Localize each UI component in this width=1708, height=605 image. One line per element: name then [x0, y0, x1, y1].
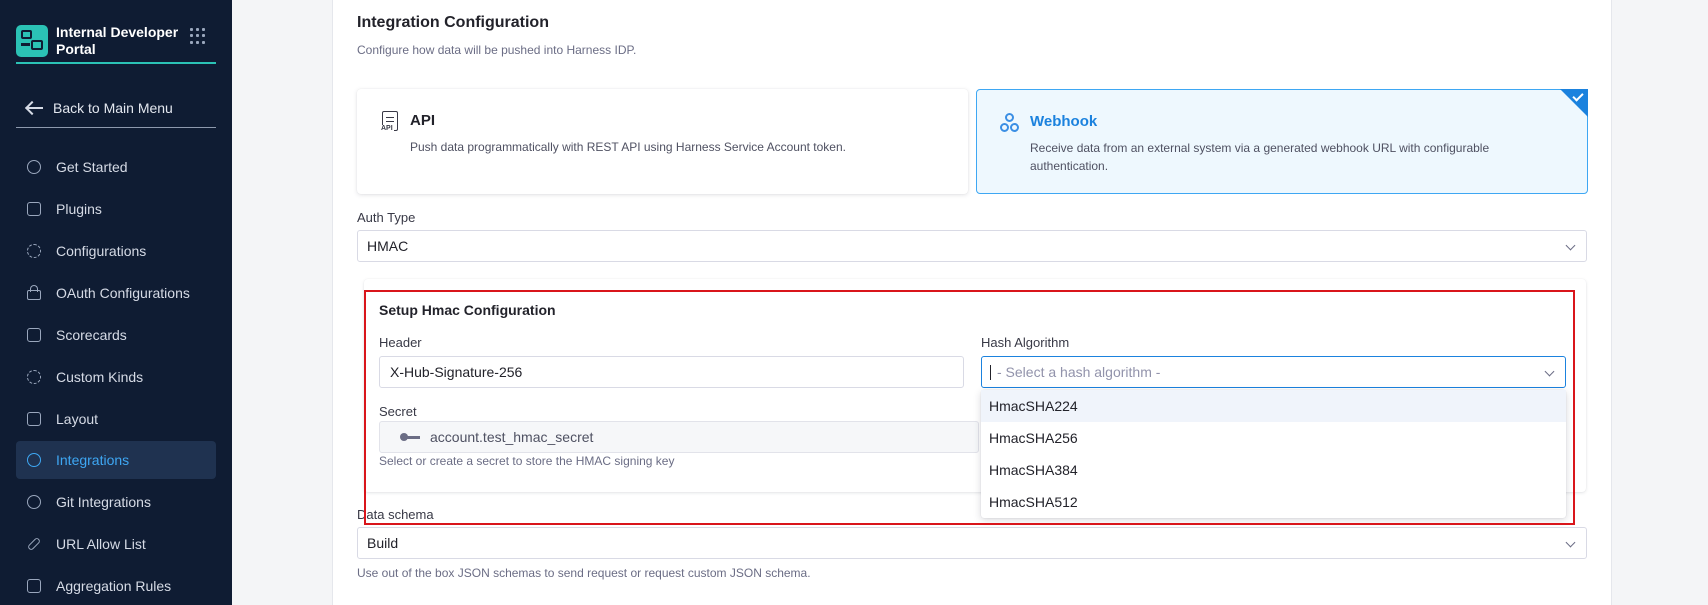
data-schema-helper-text: Use out of the box JSON schemas to send …: [357, 566, 811, 580]
page-title: Integration Configuration: [357, 14, 549, 31]
idp-logo-icon: [16, 25, 48, 57]
sidebar-item-scorecards[interactable]: Scorecards: [16, 316, 216, 354]
app-switcher-grid-icon[interactable]: [190, 28, 206, 44]
api-document-icon: API: [380, 111, 400, 135]
api-option-description: Push data programmatically with REST API…: [410, 140, 846, 154]
plugins-icon: [25, 200, 43, 218]
configurations-icon: [25, 242, 43, 260]
aggregation-icon: [25, 577, 43, 595]
sidebar-item-label: Configurations: [56, 243, 147, 259]
highlight-box: [364, 290, 1575, 525]
back-to-main-menu-link[interactable]: Back to Main Menu: [16, 88, 216, 128]
sidebar-item-git-integrations[interactable]: Git Integrations: [16, 483, 216, 521]
webhook-icon: [1000, 112, 1020, 136]
layout-icon: [25, 410, 43, 428]
sidebar-item-label: OAuth Configurations: [56, 285, 190, 301]
sidebar-item-label: URL Allow List: [56, 536, 146, 552]
sidebar-item-custom-kinds[interactable]: Custom Kinds: [16, 358, 216, 396]
webhook-option-description: Receive data from an external system via…: [1030, 141, 1490, 173]
sidebar-item-label: Integrations: [56, 452, 130, 468]
selected-corner: [1560, 89, 1588, 117]
sidebar-item-configurations[interactable]: Configurations: [16, 232, 216, 270]
gear-icon: [25, 368, 43, 386]
api-option-title: API: [410, 112, 436, 129]
data-schema-select[interactable]: Build: [357, 527, 1587, 559]
webhook-option-title: Webhook: [1030, 113, 1098, 130]
integrations-icon: [25, 451, 43, 469]
sidebar-item-plugins[interactable]: Plugins: [16, 190, 216, 228]
sidebar-item-get-started[interactable]: Get Started: [16, 148, 216, 186]
auth-type-select[interactable]: HMAC: [357, 230, 1587, 262]
sidebar-item-label: Custom Kinds: [56, 369, 144, 385]
sidebar-item-integrations[interactable]: Integrations: [16, 441, 216, 479]
get-started-icon: [25, 158, 43, 176]
sidebar: Internal Developer Portal Back to Main M…: [0, 0, 232, 605]
webhook-option-card[interactable]: Webhook Receive data from an external sy…: [976, 89, 1588, 194]
api-option-card[interactable]: API API Push data programmatically with …: [357, 89, 968, 194]
lock-icon: [25, 284, 43, 302]
sidebar-item-oauth-configurations[interactable]: OAuth Configurations: [16, 274, 216, 312]
brand-name: Internal Developer Portal: [56, 24, 179, 57]
sidebar-item-label: Scorecards: [56, 327, 127, 343]
sidebar-item-label: Plugins: [56, 201, 102, 217]
chevron-down-icon: [1565, 240, 1576, 251]
sidebar-item-label: Git Integrations: [56, 494, 151, 510]
page-subtitle: Configure how data will be pushed into H…: [357, 43, 637, 57]
sidebar-item-aggregation-rules[interactable]: Aggregation Rules: [16, 567, 216, 605]
arrow-left-icon: [25, 101, 45, 115]
auth-type-value: HMAC: [367, 238, 409, 254]
brand-underline: [16, 62, 216, 64]
back-label: Back to Main Menu: [53, 99, 173, 116]
brand[interactable]: Internal Developer Portal: [16, 18, 216, 64]
data-schema-value: Build: [367, 535, 399, 551]
sidebar-item-url-allow-list[interactable]: URL Allow List: [16, 525, 216, 563]
auth-type-label: Auth Type: [357, 210, 416, 225]
sidebar-item-label: Aggregation Rules: [56, 578, 172, 594]
api-icon-tag: API: [380, 125, 394, 132]
sidebar-item-label: Get Started: [56, 159, 128, 175]
git-icon: [25, 493, 43, 511]
scorecard-icon: [25, 326, 43, 344]
link-icon: [25, 535, 43, 553]
sidebar-item-layout[interactable]: Layout: [16, 400, 216, 438]
sidebar-item-label: Layout: [56, 411, 99, 427]
chevron-down-icon: [1565, 537, 1576, 548]
